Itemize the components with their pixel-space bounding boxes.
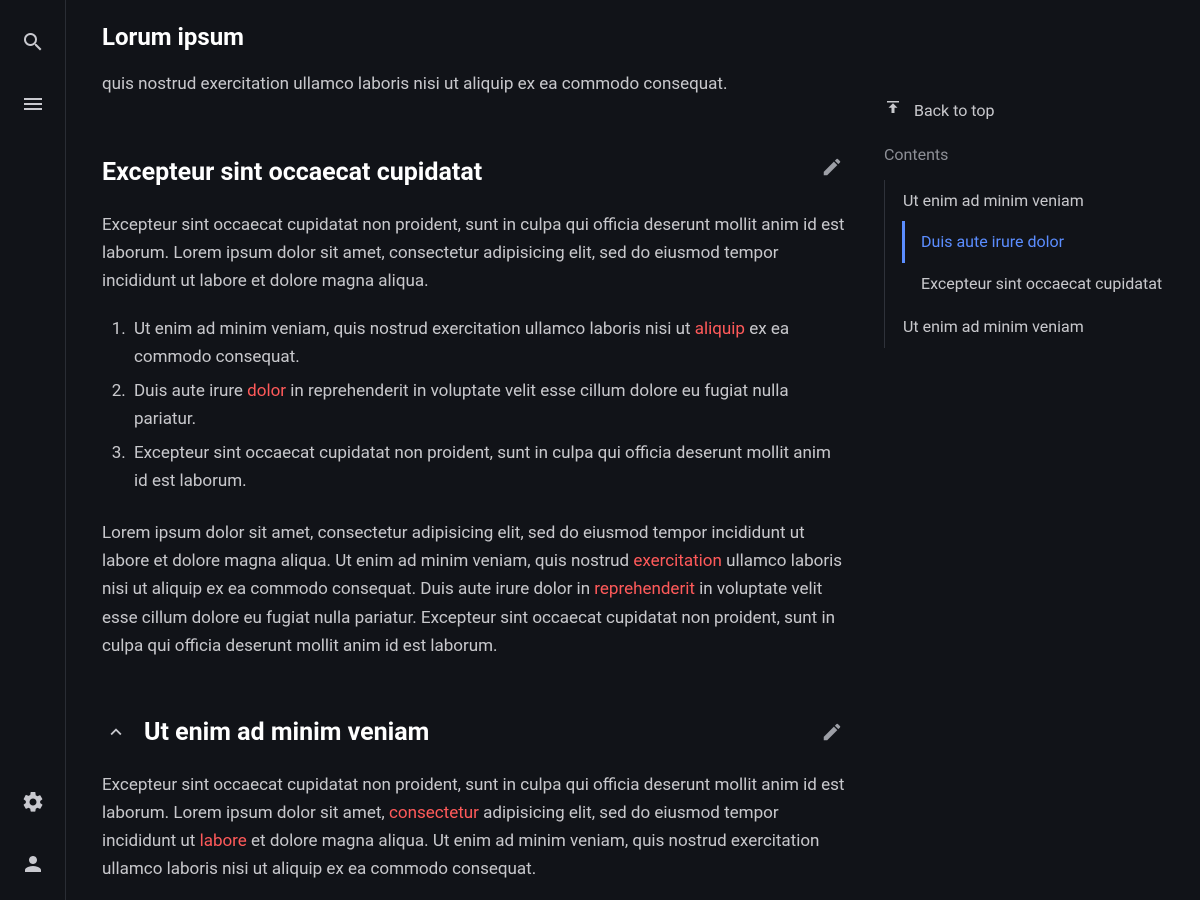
menu-icon[interactable] bbox=[15, 86, 51, 122]
chevron-up-icon[interactable] bbox=[102, 718, 130, 746]
article-body: elit, sed do eiusmod tempor incididunt u… bbox=[102, 72, 862, 900]
contents-label: Contents bbox=[884, 142, 1180, 168]
link-aliquip[interactable]: aliquip bbox=[695, 319, 745, 339]
toc-subitem[interactable]: Excepteur sint occaecat cupidatat bbox=[902, 263, 1180, 305]
search-icon[interactable] bbox=[15, 24, 51, 60]
section-heading: Excepteur sint occaecat cupidatat bbox=[102, 152, 482, 193]
main-column: Lorum ipsum elit, sed do eiusmod tempor … bbox=[66, 0, 1200, 900]
link-labore[interactable]: labore bbox=[200, 831, 247, 851]
link-reprehenderit[interactable]: reprehenderit bbox=[594, 579, 695, 599]
app-root: Lorum ipsum elit, sed do eiusmod tempor … bbox=[0, 0, 1200, 900]
left-rail bbox=[0, 0, 66, 900]
section2-paragraph: Excepteur sint occaecat cupidatat non pr… bbox=[102, 771, 846, 883]
back-to-top[interactable]: Back to top bbox=[884, 98, 1180, 124]
edit-icon[interactable] bbox=[818, 153, 846, 181]
page-title: Lorum ipsum bbox=[66, 0, 1200, 72]
section-heading: Ut enim ad minim veniam bbox=[144, 712, 429, 753]
back-to-top-label: Back to top bbox=[914, 98, 994, 124]
intro-paragraph-cutoff: elit, sed do eiusmod tempor incididunt u… bbox=[102, 72, 846, 98]
list-item: Excepteur sint occaecat cupidatat non pr… bbox=[130, 439, 846, 495]
back-to-top-icon bbox=[884, 98, 902, 124]
toc-item[interactable]: Ut enim ad minim veniam bbox=[885, 306, 1180, 348]
section-heading-row: Ut enim ad minim veniam bbox=[102, 712, 846, 753]
settings-icon[interactable] bbox=[15, 784, 51, 820]
toc-subitem-active[interactable]: Duis aute irure dolor bbox=[902, 221, 1180, 263]
account-icon[interactable] bbox=[15, 846, 51, 882]
section1-paragraph2: Lorem ipsum dolor sit amet, consectetur … bbox=[102, 519, 846, 659]
ordered-list: Ut enim ad minim veniam, quis nostrud ex… bbox=[102, 315, 846, 495]
section1-paragraph1: Excepteur sint occaecat cupidatat non pr… bbox=[102, 211, 846, 295]
list-item: Ut enim ad minim veniam, quis nostrud ex… bbox=[130, 315, 846, 371]
link-dolor[interactable]: dolor bbox=[247, 381, 286, 401]
content-row: elit, sed do eiusmod tempor incididunt u… bbox=[66, 72, 1200, 900]
edit-icon[interactable] bbox=[818, 718, 846, 746]
link-exercitation[interactable]: exercitation bbox=[633, 551, 722, 571]
toc-list: Ut enim ad minim veniam Duis aute irure … bbox=[884, 180, 1180, 348]
link-consectetur[interactable]: consectetur bbox=[389, 803, 479, 823]
toc-item[interactable]: Ut enim ad minim veniam Duis aute irure … bbox=[885, 180, 1180, 305]
list-item: Duis aute irure dolor in reprehenderit i… bbox=[130, 377, 846, 433]
section-heading-row: Excepteur sint occaecat cupidatat bbox=[102, 124, 846, 211]
table-of-contents: Back to top Contents Ut enim ad minim ve… bbox=[862, 72, 1200, 900]
